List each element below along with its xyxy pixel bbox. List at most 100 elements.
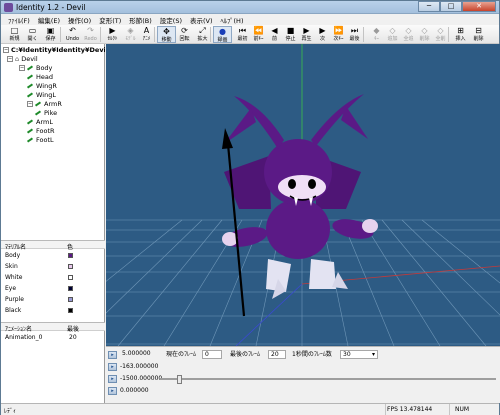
material-color-swatch[interactable] xyxy=(68,253,73,258)
row2-button[interactable]: ▸ xyxy=(108,363,117,371)
anim-button[interactable]: A ｱﾆﾒ xyxy=(137,26,156,43)
window-controls: ─ □ ✕ xyxy=(418,1,496,13)
redo-label: Redo xyxy=(84,36,97,42)
tree-bone-body[interactable]: − Body xyxy=(19,64,52,73)
material-row[interactable]: Black xyxy=(1,307,105,315)
animation-name: Animation_0 xyxy=(5,334,43,341)
material-color-swatch[interactable] xyxy=(68,297,73,302)
remove-button[interactable]: ⊟ 削除 xyxy=(469,26,488,43)
fps-label: 1秒間のﾌﾚｰﾑ数 xyxy=(292,351,332,358)
tree-bone-label: Body xyxy=(36,64,53,72)
bone-icon xyxy=(26,83,34,89)
3d-viewport[interactable] xyxy=(106,44,500,346)
undo-button[interactable]: ↶ Undo xyxy=(63,26,82,43)
frame-slider-thumb[interactable] xyxy=(176,375,182,384)
row1-button[interactable]: ▸ xyxy=(108,351,117,359)
collapse-icon[interactable]: − xyxy=(7,56,13,62)
menu-help[interactable]: ﾍﾙﾌﾟ(H) xyxy=(217,14,248,25)
undo-label: Undo xyxy=(65,36,80,42)
alldel-icon: ◇ xyxy=(437,26,444,35)
tree-bone-footr[interactable]: FootR xyxy=(26,127,55,136)
material-row[interactable]: Eye xyxy=(1,285,105,293)
move-label: 移動 xyxy=(161,37,172,43)
material-color-swatch[interactable] xyxy=(68,275,73,280)
close-button[interactable]: ✕ xyxy=(462,1,496,12)
row3-button[interactable]: ▸ xyxy=(108,375,117,383)
foot-right xyxy=(309,259,336,289)
animation-row[interactable]: Animation_0 20 xyxy=(1,333,105,343)
hand-right xyxy=(362,219,378,233)
menu-bar: ﾌｧｲﾙ(F) 編集(E) 操作(O) 変形(T) 形節(B) 設定(S) 表示… xyxy=(1,14,499,25)
collapse-icon[interactable]: − xyxy=(27,101,33,107)
value4-text: 0.000000 xyxy=(120,387,149,394)
last-button[interactable]: ⏭ 最後 xyxy=(345,26,364,43)
material-color-swatch[interactable] xyxy=(68,264,73,269)
chevron-down-icon: ▾ xyxy=(371,351,375,358)
maximize-button[interactable]: □ xyxy=(440,1,462,12)
frame-slider-track[interactable] xyxy=(160,378,496,380)
toolbar: □ 新規 ▭ 開く ▣ 保存 ↶ Undo ↷ Redo ▶ ｾﾙｸﾄ ◈ ﾓﾃﾞﾙ A ｱﾆﾒ ✥ 移動 ⟳ 回転 ⤢… xyxy=(1,25,499,44)
tree-bone-footl[interactable]: FootL xyxy=(26,136,54,145)
menu-edit[interactable]: 編集(E) xyxy=(34,14,64,25)
bone-tree[interactable]: − C:¥Identity¥Identity¥Devil.i − ⌂ Devil −… xyxy=(1,44,105,240)
tree-root-file[interactable]: − C:¥Identity¥Identity¥Devil.i xyxy=(3,46,105,55)
tree-bone-armr[interactable]: − ArmR xyxy=(27,100,62,109)
tree-bone-wingr[interactable]: WingR xyxy=(26,82,57,91)
tree-bone-pike[interactable]: Pike xyxy=(34,109,57,118)
collapse-icon[interactable]: − xyxy=(19,65,25,71)
tree-bone-wingl[interactable]: WingL xyxy=(26,91,56,100)
scale-button[interactable]: ⤢ 拡大 xyxy=(193,26,212,43)
menu-view[interactable]: 表示(V) xyxy=(186,14,217,25)
redo-button[interactable]: ↷ Redo xyxy=(81,26,100,43)
material-row[interactable]: Purple xyxy=(1,296,105,304)
menu-transform[interactable]: 変形(T) xyxy=(95,14,125,25)
bone-button[interactable]: ▶ ｾﾙｸﾄ xyxy=(103,26,122,43)
tree-bone-label: FootR xyxy=(36,127,55,135)
material-color-swatch[interactable] xyxy=(68,286,73,291)
menu-operation[interactable]: 操作(O) xyxy=(64,14,95,25)
current-frame-input[interactable]: 0 xyxy=(202,350,222,359)
menu-bone[interactable]: 形節(B) xyxy=(125,14,156,25)
title-bar[interactable]: Identity 1.2 - Devil ─ □ ✕ xyxy=(1,1,499,14)
save-button[interactable]: ▣ 保存 xyxy=(41,26,60,43)
last-frame-label: 最後のﾌﾚｰﾑ xyxy=(230,351,261,358)
last-frame-input[interactable]: 20 xyxy=(268,350,286,359)
material-row[interactable]: White xyxy=(1,274,105,282)
rotate-button[interactable]: ⟳ 回転 xyxy=(175,26,194,43)
eye-left xyxy=(288,179,296,189)
record-button[interactable]: ● 録画 xyxy=(213,26,232,43)
minimize-button[interactable]: ─ xyxy=(418,1,440,12)
timeline-row-1: ▸ 5.000000 現在のﾌﾚｰﾑ 0 最後のﾌﾚｰﾑ 20 1秒間のﾌﾚｰﾑ… xyxy=(106,350,500,360)
insert-button[interactable]: ⊞ 挿入 xyxy=(451,26,470,43)
tree-bone-arml[interactable]: ArmL xyxy=(26,118,53,127)
material-color-header: 色 xyxy=(67,244,74,251)
material-name: Eye xyxy=(5,285,17,292)
open-label: 開く xyxy=(27,36,38,42)
collapse-icon[interactable]: − xyxy=(3,47,9,53)
tree-model[interactable]: − ⌂ Devil xyxy=(7,55,38,64)
app-window: Identity 1.2 - Devil ─ □ ✕ ﾌｧｲﾙ(F) 編集(E)… xyxy=(0,0,500,415)
menu-settings[interactable]: 設定(S) xyxy=(156,14,186,25)
new-button[interactable]: □ 新規 xyxy=(5,26,24,43)
num-lock-indicator: NUM xyxy=(455,406,470,413)
bone-label: ｾﾙｸﾄ xyxy=(107,36,118,42)
material-color-swatch[interactable] xyxy=(68,308,73,313)
insert-label: 挿入 xyxy=(455,36,466,42)
material-row[interactable]: Skin xyxy=(1,263,105,271)
bone-icon xyxy=(34,101,42,107)
alldel-button[interactable]: ◇ 全削 xyxy=(431,26,450,43)
timeline-panel: ▸ 5.000000 現在のﾌﾚｰﾑ 0 最後のﾌﾚｰﾑ 20 1秒間のﾌﾚｰﾑ… xyxy=(106,346,500,403)
bone-icon xyxy=(26,128,34,134)
row4-button[interactable]: ▸ xyxy=(108,387,117,395)
material-name: Body xyxy=(5,252,21,259)
tree-bone-head[interactable]: Head xyxy=(26,73,53,82)
tree-model-label: Devil xyxy=(21,55,38,63)
open-button[interactable]: ▭ 開く xyxy=(23,26,42,43)
menu-file[interactable]: ﾌｧｲﾙ(F) xyxy=(4,14,34,25)
animation-name-header: ｱﾆﾒｰｼｮﾝ名 xyxy=(5,326,33,333)
bone-icon xyxy=(26,119,34,125)
material-row[interactable]: Body xyxy=(1,252,105,260)
move-button[interactable]: ✥ 移動 xyxy=(157,26,176,43)
fps-select[interactable]: 30 ▾ xyxy=(340,350,378,359)
tree-bone-label: WingL xyxy=(36,91,56,99)
